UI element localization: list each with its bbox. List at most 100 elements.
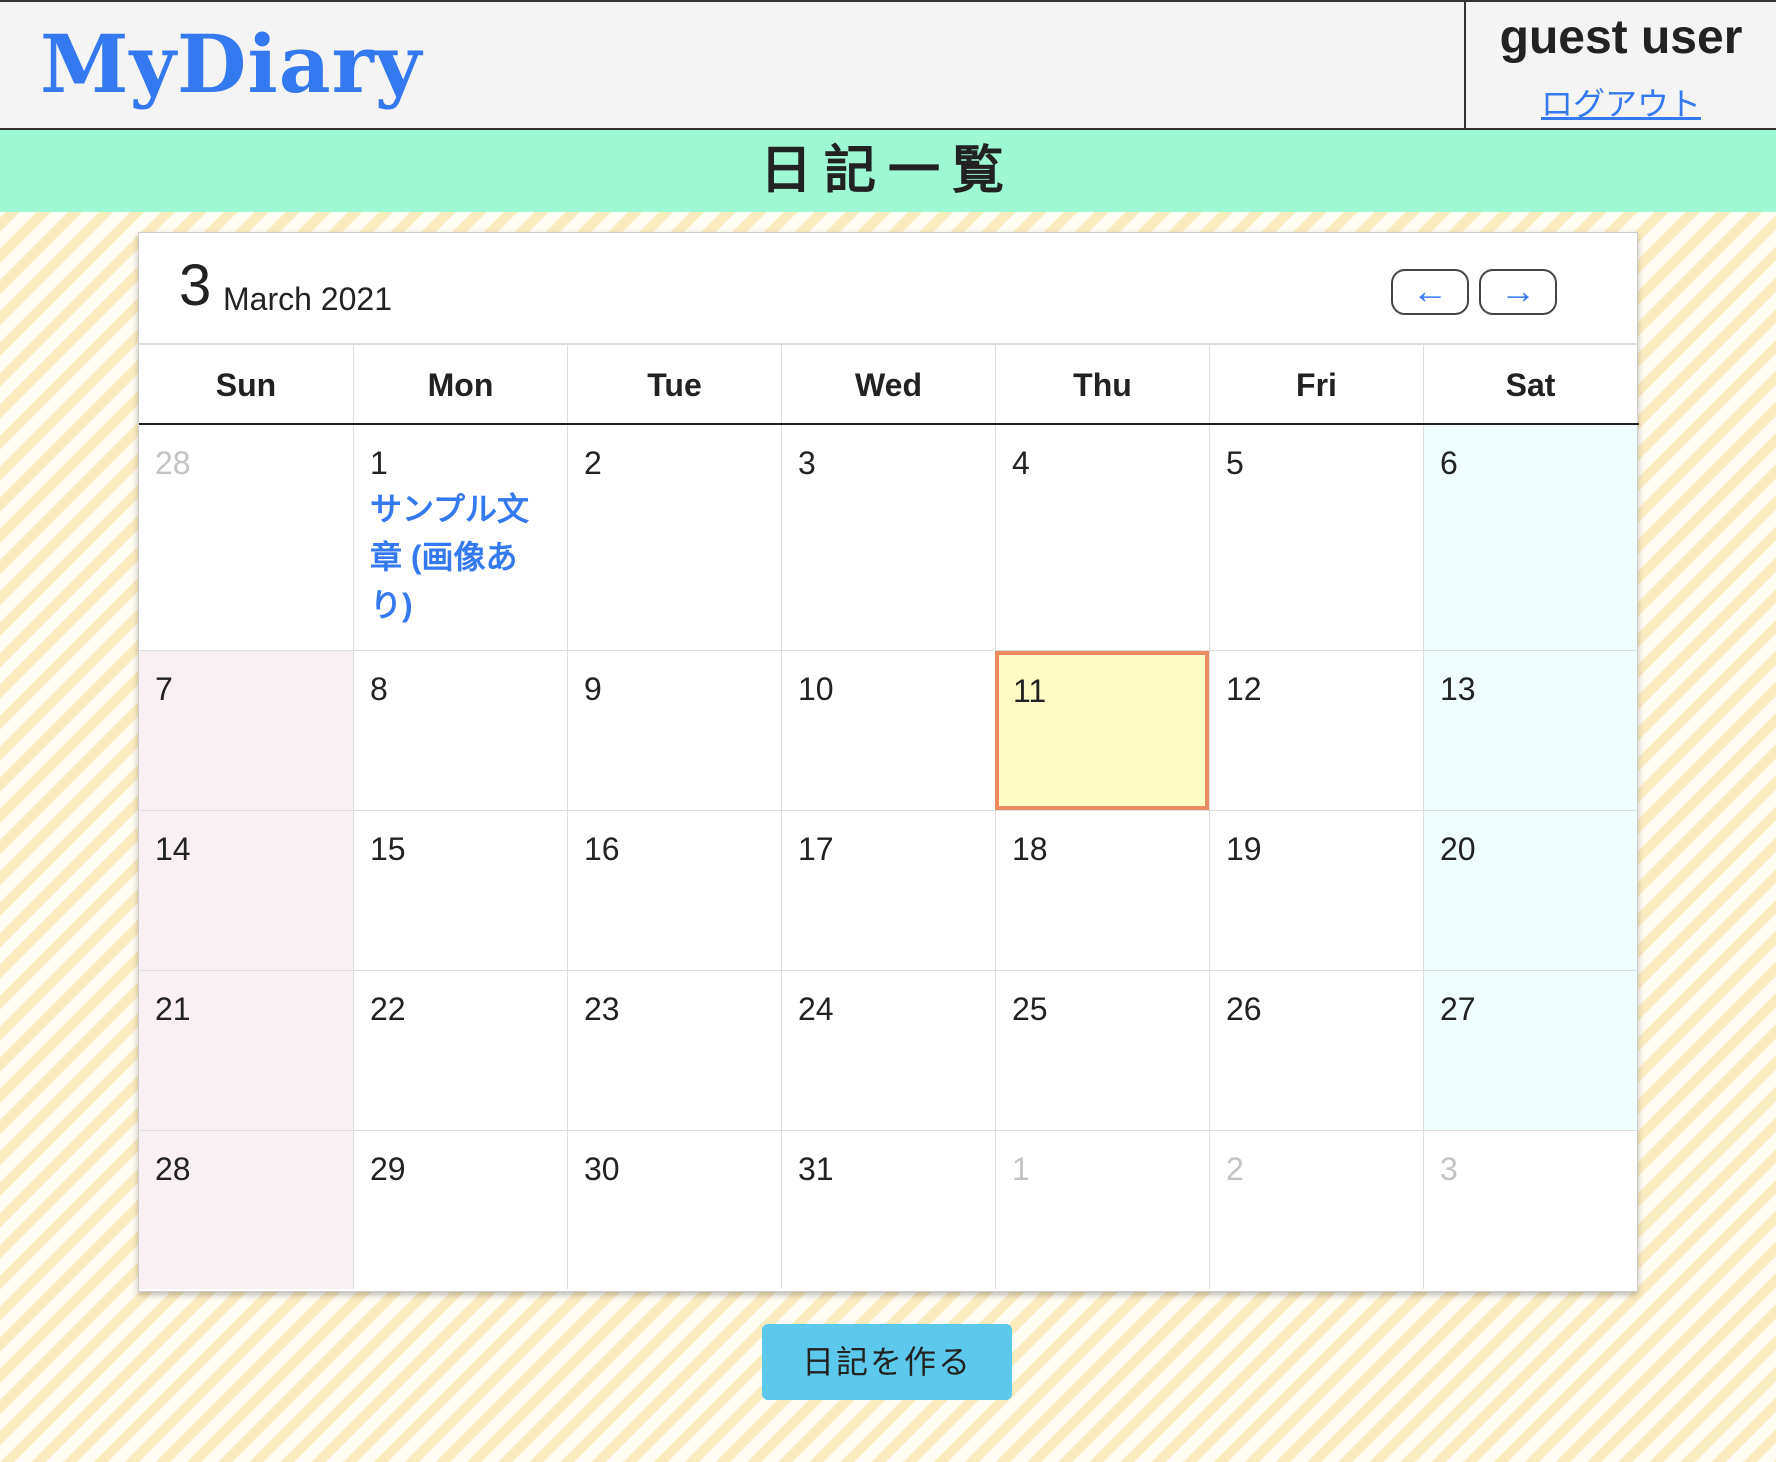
calendar-day[interactable]: 3: [781, 425, 995, 650]
calendar-day[interactable]: 2: [1209, 1131, 1423, 1289]
day-number: 28: [155, 1151, 191, 1187]
calendar-day[interactable]: 27: [1423, 971, 1637, 1130]
weekday-tue: Tue: [567, 345, 781, 423]
weekday-wed: Wed: [781, 345, 995, 423]
calendar-day[interactable]: 9: [567, 651, 781, 810]
day-number: 2: [1226, 1151, 1244, 1187]
day-number: 1: [1012, 1151, 1030, 1187]
day-number: 10: [798, 671, 834, 707]
day-number: 16: [584, 831, 620, 867]
day-number: 22: [370, 991, 406, 1027]
next-month-button[interactable]: →: [1479, 269, 1557, 315]
day-number: 5: [1226, 445, 1244, 481]
calendar-day[interactable]: 31: [781, 1131, 995, 1289]
diary-entry-link[interactable]: サンプル文章 (画像あり): [370, 485, 551, 629]
day-number: 3: [1440, 1151, 1458, 1187]
day-number: 26: [1226, 991, 1262, 1027]
logout-link[interactable]: ログアウト: [1466, 84, 1776, 124]
calendar-day[interactable]: 6: [1423, 425, 1637, 650]
day-number: 15: [370, 831, 406, 867]
day-number: 3: [798, 445, 816, 481]
calendar-day[interactable]: 5: [1209, 425, 1423, 650]
day-number: 25: [1012, 991, 1048, 1027]
calendar-week: 7 8 9 10 11 12 13: [139, 651, 1639, 811]
calendar-day[interactable]: 8: [353, 651, 567, 810]
calendar-day[interactable]: 10: [781, 651, 995, 810]
arrow-left-icon: ←: [1412, 270, 1448, 311]
user-name: guest user: [1499, 11, 1743, 64]
day-number: 31: [798, 1151, 834, 1187]
day-number: 14: [155, 831, 191, 867]
calendar-day[interactable]: 15: [353, 811, 567, 970]
calendar-day[interactable]: 3: [1423, 1131, 1637, 1289]
app-logo[interactable]: MyDiary: [40, 14, 422, 114]
calendar-week: 28 1 サンプル文章 (画像あり) 2 3 4 5 6: [139, 425, 1639, 651]
day-number: 19: [1226, 831, 1262, 867]
calendar-day[interactable]: 14: [139, 811, 353, 970]
day-number: 8: [370, 671, 388, 707]
create-diary-button[interactable]: 日記を作る: [762, 1324, 1012, 1400]
calendar-day-today[interactable]: 11: [995, 651, 1209, 810]
day-number: 28: [155, 445, 191, 481]
weekday-sun: Sun: [215, 367, 277, 403]
calendar-day[interactable]: 4: [995, 425, 1209, 650]
day-number: 7: [155, 671, 173, 707]
day-number: 29: [370, 1151, 406, 1187]
day-number: 9: [584, 671, 602, 707]
day-number: 24: [798, 991, 834, 1027]
weekday-fri: Fri: [1209, 345, 1423, 423]
calendar-day[interactable]: 25: [995, 971, 1209, 1130]
calendar-day[interactable]: 29: [353, 1131, 567, 1289]
day-number: 17: [798, 831, 834, 867]
calendar-day[interactable]: 17: [781, 811, 995, 970]
calendar-day[interactable]: 24: [781, 971, 995, 1130]
day-number: 13: [1440, 671, 1476, 707]
calendar-day[interactable]: 30: [567, 1131, 781, 1289]
calendar-day[interactable]: 22: [353, 971, 567, 1130]
day-number: 12: [1226, 671, 1262, 707]
calendar-day[interactable]: 16: [567, 811, 781, 970]
day-number: 21: [155, 991, 191, 1027]
day-number: 6: [1440, 445, 1458, 481]
calendar-day[interactable]: 1: [995, 1131, 1209, 1289]
day-number: 30: [584, 1151, 620, 1187]
day-number: 18: [1012, 831, 1048, 867]
calendar-week: 14 15 16 17 18 19 20: [139, 811, 1639, 971]
calendar-day[interactable]: 20: [1423, 811, 1637, 970]
user-panel: guest user ログアウト: [1464, 2, 1776, 128]
day-number: 1: [370, 445, 388, 481]
calendar-day[interactable]: 12: [1209, 651, 1423, 810]
calendar-day[interactable]: 28: [139, 1131, 353, 1289]
calendar: 3 March 2021 ← → Sun Mon Tue Wed Thu Fri…: [138, 232, 1639, 1292]
calendar-day[interactable]: 7: [139, 651, 353, 810]
calendar-day[interactable]: 18: [995, 811, 1209, 970]
calendar-day[interactable]: 1 サンプル文章 (画像あり): [353, 425, 567, 650]
calendar-day[interactable]: 13: [1423, 651, 1637, 810]
calendar-header: 3 March 2021 ← →: [139, 233, 1639, 343]
day-number: 2: [584, 445, 602, 481]
weekday-mon: Mon: [353, 345, 567, 423]
calendar-day[interactable]: 26: [1209, 971, 1423, 1130]
calendar-day[interactable]: 21: [139, 971, 353, 1130]
weekday-sat: Sat: [1423, 345, 1637, 423]
calendar-day[interactable]: 28: [139, 425, 353, 650]
calendar-week: 28 29 30 31 1 2 3: [139, 1131, 1639, 1289]
page-title: 日記一覧: [0, 130, 1776, 212]
calendar-day[interactable]: 23: [567, 971, 781, 1130]
app-header: MyDiary guest user ログアウト: [0, 0, 1776, 130]
day-number: 23: [584, 991, 620, 1027]
month-number: 3: [179, 253, 212, 318]
month-label: March 2021: [223, 281, 392, 317]
day-number: 27: [1440, 991, 1476, 1027]
calendar-day[interactable]: 2: [567, 425, 781, 650]
weekday-header-row: Sun Mon Tue Wed Thu Fri Sat: [139, 343, 1639, 425]
calendar-week: 21 22 23 24 25 26 27: [139, 971, 1639, 1131]
day-number: 4: [1012, 445, 1030, 481]
day-number: 11: [1013, 673, 1047, 709]
weekday-thu: Thu: [995, 345, 1209, 423]
day-number: 20: [1440, 831, 1476, 867]
calendar-grid: Sun Mon Tue Wed Thu Fri Sat 28 1 サンプル文章 …: [139, 343, 1639, 1289]
arrow-right-icon: →: [1500, 270, 1536, 311]
calendar-day[interactable]: 19: [1209, 811, 1423, 970]
prev-month-button[interactable]: ←: [1391, 269, 1469, 315]
